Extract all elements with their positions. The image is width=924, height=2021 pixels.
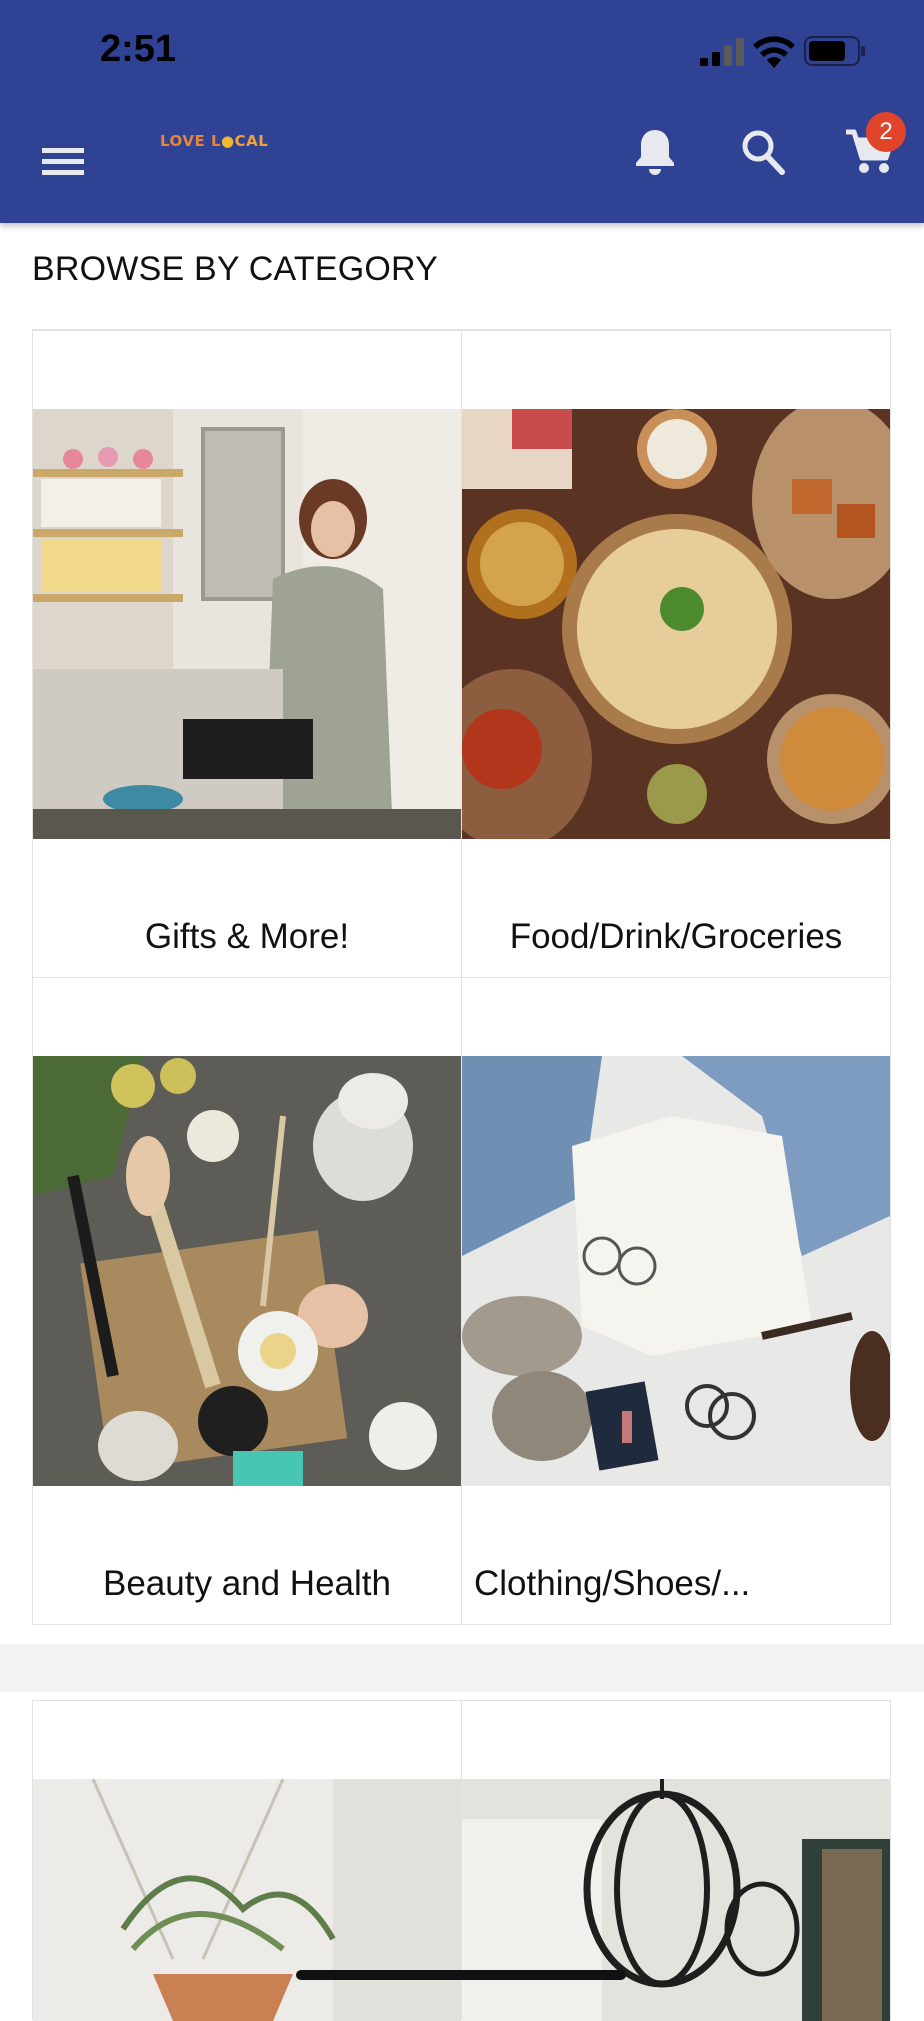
wifi-icon <box>753 36 795 68</box>
gifts-shop-photo <box>33 409 461 839</box>
food-spread-photo <box>462 409 890 839</box>
status-time: 2:51 <box>100 28 177 70</box>
page-title: BROWSE BY CATEGORY <box>32 250 439 288</box>
category-card-food[interactable]: Food/Drink/Groceries <box>461 330 891 978</box>
search-icon[interactable] <box>738 126 788 178</box>
hanging-plants-photo <box>33 1779 461 2021</box>
signal-icon <box>700 38 744 66</box>
hamburger-menu-icon[interactable] <box>38 138 88 184</box>
battery-icon <box>804 36 865 66</box>
chandelier-room-photo <box>462 1779 890 2021</box>
clothing-flatlay-photo <box>462 1056 890 1486</box>
logo-text-right: CAL <box>234 132 269 150</box>
category-card-gifts[interactable]: Gifts & More! <box>32 330 462 978</box>
category-label: Clothing/Shoes/... <box>474 1564 751 1603</box>
home-indicator[interactable] <box>296 1970 626 1980</box>
app-header: 2:51 LOVE L●CAL 2 <box>0 0 924 223</box>
logo-o-mark: ● <box>221 132 235 150</box>
beauty-products-photo <box>33 1056 461 1486</box>
category-card-clothing[interactable]: Clothing/Shoes/... <box>461 977 891 1625</box>
category-label: Food/Drink/Groceries <box>509 917 843 956</box>
section-divider <box>0 1644 924 1692</box>
category-label: Gifts & More! <box>144 917 350 956</box>
bell-icon[interactable] <box>630 126 680 178</box>
category-card-beauty[interactable]: Beauty and Health <box>32 977 462 1625</box>
category-grid: Gifts & More! Food/Drink/Groceries Beaut… <box>32 329 892 1625</box>
cart-count-badge: 2 <box>866 112 906 152</box>
love-local-logo[interactable]: LOVE L●CAL <box>160 132 268 162</box>
logo-text-left: LOVE L <box>160 132 222 150</box>
category-label: Beauty and Health <box>103 1564 391 1603</box>
